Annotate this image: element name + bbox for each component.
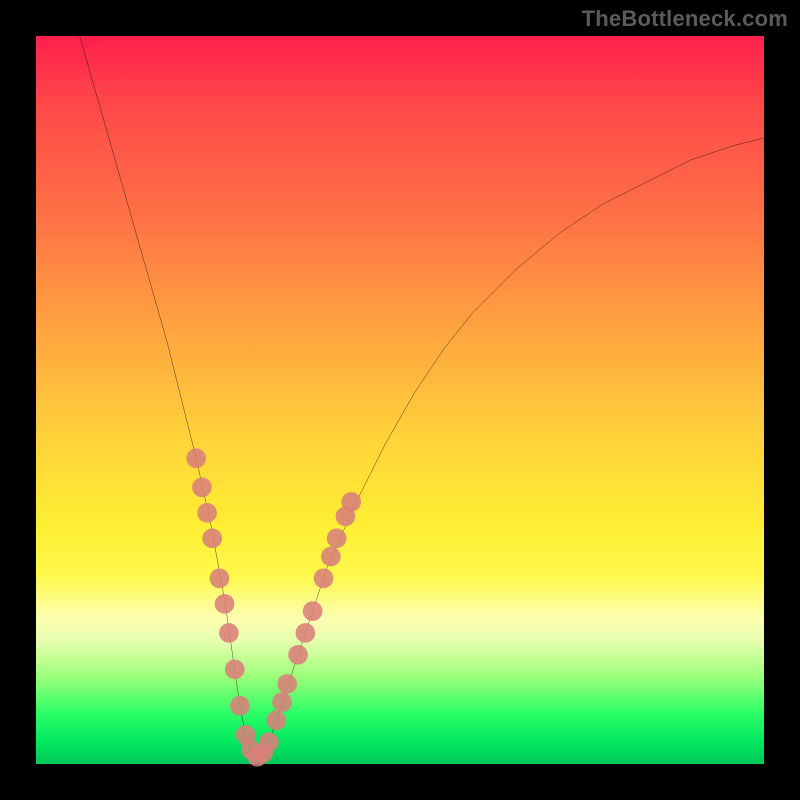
- marker-dot: [314, 569, 334, 589]
- marker-dot: [272, 692, 292, 712]
- marker-dot: [266, 710, 286, 730]
- marker-dot: [197, 503, 217, 523]
- marker-dot: [230, 696, 250, 716]
- bottleneck-curve-svg: [36, 36, 764, 764]
- marker-dot: [192, 478, 212, 498]
- highlight-markers: [186, 448, 361, 766]
- plot-area: [36, 36, 764, 764]
- watermark-text: TheBottleneck.com: [582, 6, 788, 32]
- marker-dot: [296, 623, 316, 643]
- marker-dot: [259, 732, 279, 752]
- marker-dot: [321, 547, 341, 567]
- marker-dot: [219, 623, 239, 643]
- marker-dot: [341, 492, 361, 512]
- marker-dot: [186, 448, 206, 468]
- bottleneck-curve: [80, 36, 764, 757]
- marker-dot: [210, 569, 230, 589]
- marker-dot: [303, 601, 323, 621]
- marker-dot: [202, 528, 222, 548]
- marker-dot: [277, 674, 297, 694]
- marker-dot: [327, 528, 347, 548]
- chart-frame: TheBottleneck.com: [0, 0, 800, 800]
- marker-dot: [215, 594, 235, 614]
- marker-dot: [288, 645, 308, 665]
- marker-dot: [225, 660, 245, 680]
